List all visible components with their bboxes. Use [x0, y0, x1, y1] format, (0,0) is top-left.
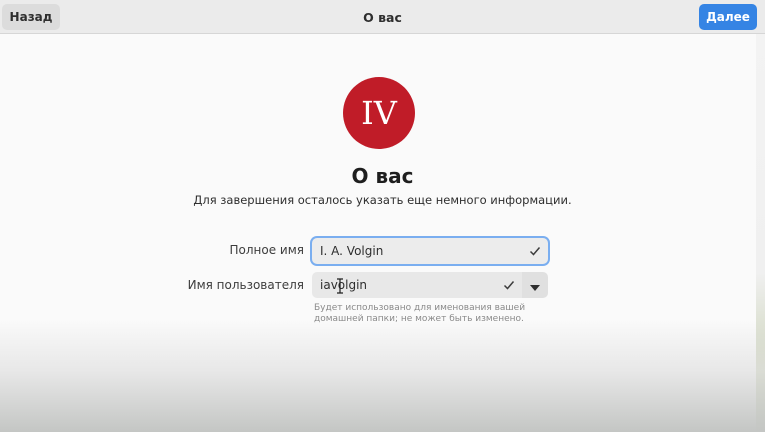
window-title: О вас [363, 9, 402, 25]
full-name-value: I. A. Volgin [320, 244, 384, 258]
username-dropdown-button[interactable] [522, 272, 548, 298]
username-hint: Будет использовано для именования вашей … [314, 303, 526, 324]
text-cursor-icon [336, 278, 344, 294]
header-bar: Назад О вас Далее [0, 0, 765, 34]
full-name-label: Полное имя [229, 243, 305, 257]
check-icon [529, 245, 541, 257]
username-label: Имя пользователя [187, 278, 304, 292]
window-edge [756, 34, 765, 432]
avatar[interactable]: IV [343, 77, 415, 149]
page-subtitle: Для завершения осталось указать еще немн… [193, 193, 572, 207]
chevron-down-icon [530, 276, 540, 295]
check-icon [503, 279, 515, 291]
background-fade [0, 320, 765, 432]
page-title: О вас [351, 164, 414, 188]
back-button[interactable]: Назад [2, 4, 60, 30]
full-name-field[interactable]: I. A. Volgin [312, 238, 548, 264]
avatar-initials: IV [361, 94, 397, 132]
next-button[interactable]: Далее [699, 4, 757, 30]
setup-window: Назад О вас Далее IV О вас Для завершени… [0, 0, 765, 432]
